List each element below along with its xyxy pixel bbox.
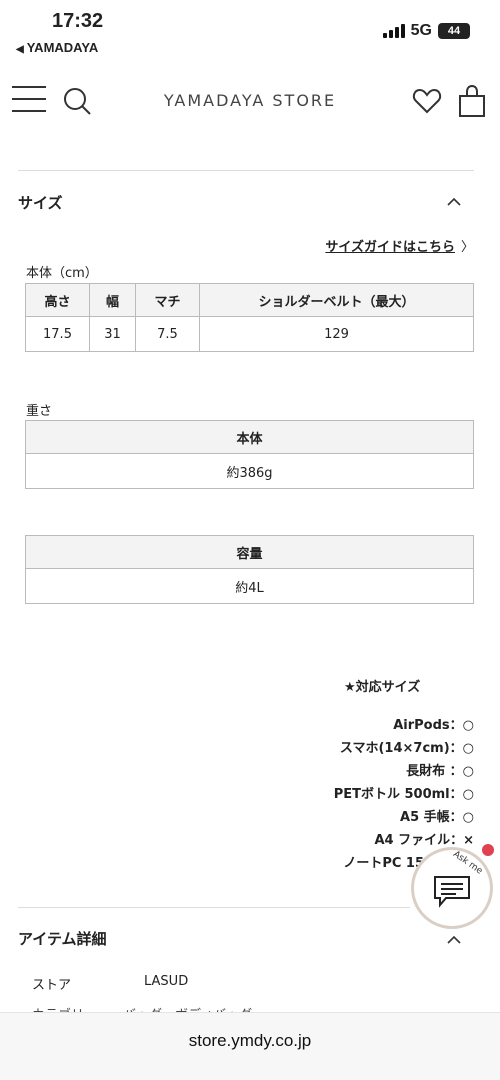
body-size-table: 高さ 幅 マチ ショルダーベルト（最大） 17.5 31 7.5 129 [25, 283, 474, 352]
signal-icon [382, 24, 405, 38]
size-guide-link[interactable]: サイズガイドはこちら〉 [325, 236, 474, 255]
browser-url-bar[interactable]: store.ymdy.co.jp [0, 1012, 500, 1080]
cart-bag-icon[interactable] [458, 84, 486, 122]
store-key: ストア [32, 978, 72, 993]
site-header: YAMADAYA STORE [0, 72, 500, 132]
category-row: カテゴリ バッグ・ボディバッグ [32, 1004, 332, 1012]
item-details-title[interactable]: アイテム詳細 [18, 928, 107, 949]
chevron-up-icon[interactable] [446, 932, 462, 948]
compat-item: AirPods：○ [393, 718, 474, 733]
url-text[interactable]: store.ymdy.co.jp [0, 1031, 500, 1051]
status-time: 17:32 [52, 10, 104, 32]
notification-dot [482, 844, 494, 856]
table-header: 容量 [25, 535, 474, 569]
heart-icon[interactable] [412, 86, 442, 120]
table-header: 本体 [25, 420, 474, 454]
store-value[interactable]: LASUD [144, 974, 188, 989]
chat-button[interactable]: Ask me [414, 844, 494, 926]
compat-item: A5 手帳：○ [400, 810, 474, 825]
compat-item: 長財布 ：○ [406, 764, 474, 779]
table-cell: 17.5 [25, 316, 90, 352]
network-type: 5G [410, 22, 432, 39]
table-header: 幅 [89, 283, 136, 317]
table-cell: 7.5 [135, 316, 200, 352]
status-bar: 17:32 ◀ YAMADAYA 5G 44 [0, 0, 500, 62]
compat-item: スマホ(14×7cm)：○ [339, 741, 474, 756]
chat-bubble-icon [434, 876, 470, 908]
weight-label: 重さ [26, 404, 53, 419]
divider [18, 907, 410, 908]
divider [18, 170, 474, 171]
battery-icon: 44 [438, 23, 470, 39]
back-to-app-link[interactable]: ◀ YAMADAYA [16, 40, 98, 55]
size-guide-label: サイズガイドはこちら [325, 240, 455, 255]
back-app-label: YAMADAYA [26, 40, 99, 55]
table-cell: 129 [199, 316, 474, 352]
compat-item: PETボトル 500ml：○ [333, 787, 474, 802]
chevron-right-icon: 〉 [460, 240, 474, 255]
body-size-label: 本体（cm） [26, 266, 98, 281]
compat-item: ノートPC 15 [343, 856, 424, 871]
chat-label: Ask me [450, 849, 484, 877]
capacity-table: 容量 約4L [25, 535, 474, 604]
table-header: ショルダーベルト（最大） [199, 283, 474, 317]
table-cell: 約386g [25, 453, 474, 489]
size-section-title[interactable]: サイズ [18, 192, 63, 213]
compat-item: A4 ファイル：× [374, 833, 474, 848]
table-header: 高さ [25, 283, 90, 317]
back-arrow-icon: ◀ [16, 44, 24, 55]
table-cell: 31 [89, 316, 136, 352]
compat-title: ★対応サイズ [344, 680, 421, 695]
chevron-up-icon[interactable] [446, 194, 462, 210]
weight-table: 本体 約386g [25, 420, 474, 489]
table-cell: 約4L [25, 568, 474, 604]
table-header: マチ [135, 283, 200, 317]
